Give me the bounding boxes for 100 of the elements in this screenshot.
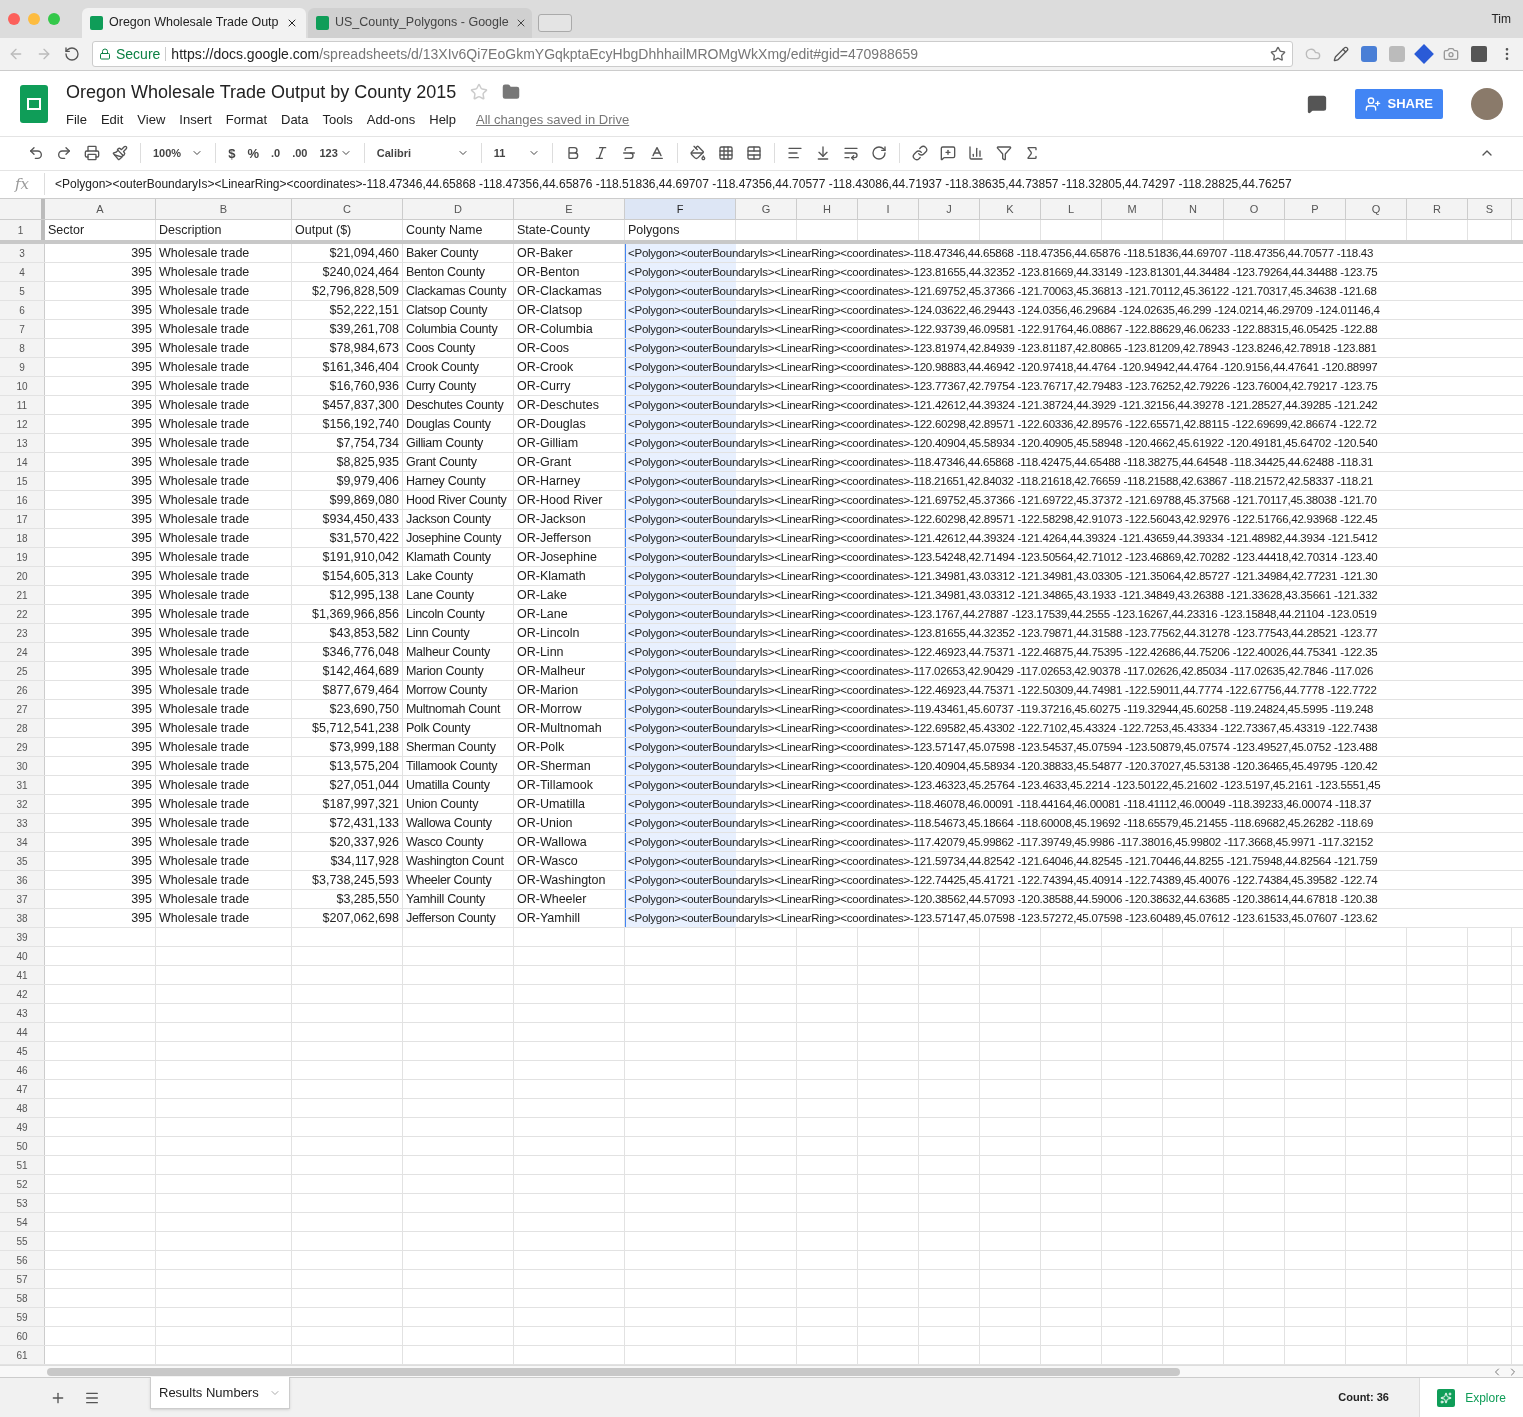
column-header[interactable]: R	[1407, 198, 1468, 220]
column-header[interactable]: B	[156, 198, 292, 220]
row-number[interactable]: 47	[0, 1080, 45, 1099]
reload-icon[interactable]	[64, 46, 80, 63]
column-header[interactable]: A	[45, 198, 156, 220]
menu-item[interactable]: View	[137, 109, 166, 129]
extension-icon[interactable]	[1361, 46, 1377, 63]
row-number[interactable]: 21	[0, 586, 45, 605]
column-header[interactable]: M	[1102, 198, 1163, 220]
number-format-dropdown[interactable]: 123	[319, 145, 352, 162]
sheets-logo-icon[interactable]	[20, 84, 48, 123]
row-number[interactable]: 38	[0, 909, 45, 928]
row-number[interactable]: 27	[0, 700, 45, 719]
row-number[interactable]: 28	[0, 719, 45, 738]
user-name[interactable]: Tim	[1491, 9, 1511, 28]
row-number[interactable]: 50	[0, 1137, 45, 1156]
row-number[interactable]: 46	[0, 1061, 45, 1080]
menu-item[interactable]: Tools	[322, 109, 353, 129]
row-number[interactable]: 5	[0, 282, 45, 301]
column-header[interactable]: Q	[1346, 198, 1407, 220]
row-number[interactable]: 8	[0, 339, 45, 358]
comment-icon[interactable]	[939, 145, 956, 162]
menu-item[interactable]: Help	[429, 109, 456, 129]
share-button[interactable]: SHARE	[1355, 88, 1443, 119]
column-header[interactable]: L	[1041, 198, 1102, 220]
row-number[interactable]: 54	[0, 1213, 45, 1232]
borders-icon[interactable]	[717, 145, 734, 162]
row-number[interactable]: 10	[0, 377, 45, 396]
row-number[interactable]: 26	[0, 681, 45, 700]
folder-icon[interactable]	[502, 83, 521, 101]
row-number[interactable]: 14	[0, 453, 45, 472]
row-number[interactable]: 33	[0, 814, 45, 833]
menu-item[interactable]: Format	[225, 109, 267, 129]
row-number[interactable]: 51	[0, 1156, 45, 1175]
menu-item[interactable]: File	[66, 109, 87, 129]
row-number[interactable]: 9	[0, 358, 45, 377]
menu-item[interactable]: Insert	[179, 109, 212, 129]
link-icon[interactable]	[911, 145, 928, 162]
row-number[interactable]: 16	[0, 491, 45, 510]
column-header[interactable]: K	[980, 198, 1041, 220]
percent-button[interactable]: %	[247, 143, 259, 164]
menu-item[interactable]: Edit	[100, 109, 124, 129]
pencil-icon[interactable]	[1333, 46, 1349, 63]
column-header[interactable]: S	[1468, 198, 1512, 220]
fill-color-icon[interactable]	[689, 145, 706, 162]
paint-format-icon[interactable]	[112, 145, 128, 162]
row-number[interactable]: 39	[0, 928, 45, 947]
text-color-icon[interactable]	[648, 145, 665, 162]
row-number[interactable]: 25	[0, 662, 45, 681]
row-number[interactable]: 37	[0, 890, 45, 909]
sheet-tab[interactable]: Results Numbers	[150, 1377, 290, 1410]
row-number[interactable]: 60	[0, 1327, 45, 1346]
row-number[interactable]: 22	[0, 605, 45, 624]
column-header[interactable]: C	[292, 198, 403, 220]
row-number[interactable]: 11	[0, 396, 45, 415]
merge-cells-icon[interactable]	[745, 145, 762, 162]
font-size-dropdown[interactable]: 11	[493, 145, 540, 162]
increase-decimal-button[interactable]: .00	[292, 145, 308, 162]
row-number[interactable]: 18	[0, 529, 45, 548]
row-number[interactable]: 35	[0, 852, 45, 871]
print-icon[interactable]	[84, 145, 100, 162]
redo-icon[interactable]	[56, 145, 72, 162]
row-number[interactable]: 24	[0, 643, 45, 662]
column-header[interactable]: D	[403, 198, 514, 220]
decrease-decimal-button[interactable]: .0	[270, 145, 281, 162]
column-header[interactable]: O	[1224, 198, 1285, 220]
filter-icon[interactable]	[995, 145, 1012, 162]
row-number[interactable]: 19	[0, 548, 45, 567]
browser-tab[interactable]: Oregon Wholesale Trade Outp	[82, 7, 306, 38]
row-number[interactable]: 55	[0, 1232, 45, 1251]
row-number[interactable]: 34	[0, 833, 45, 852]
formula-field[interactable]: <Polygon><outerBoundaryIs><LinearRing><coordinates>-118.47346,44.65868 -118.47356,44.65876 -118.51836,44.69707 -118.47356,44.70577 -118.43086,44.71937 -118.38635,44.73857 -118.32805,44.74297 -118.28825,44.76257	[45, 175, 1292, 194]
column-header[interactable]: H	[797, 198, 858, 220]
zoom-dropdown[interactable]: 100%	[153, 145, 204, 162]
document-title[interactable]: Oregon Wholesale Trade Output by County 2015	[66, 78, 457, 106]
camera-icon[interactable]	[1443, 46, 1459, 63]
column-header[interactable]: I	[858, 198, 919, 220]
row-number[interactable]: 23	[0, 624, 45, 643]
row-number[interactable]: 58	[0, 1289, 45, 1308]
row-number[interactable]: 13	[0, 434, 45, 453]
row-number[interactable]: 20	[0, 567, 45, 586]
row-number[interactable]: 1	[0, 220, 45, 241]
row-number[interactable]: 29	[0, 738, 45, 757]
row-number[interactable]: 15	[0, 472, 45, 491]
extension-icon[interactable]	[1471, 46, 1487, 63]
row-number[interactable]: 30	[0, 757, 45, 776]
row-number[interactable]: 56	[0, 1251, 45, 1270]
row-number[interactable]: 45	[0, 1042, 45, 1061]
row-number[interactable]: 17	[0, 510, 45, 529]
menu-item[interactable]: Data	[281, 109, 309, 129]
star-icon[interactable]	[470, 83, 489, 101]
row-number[interactable]: 44	[0, 1023, 45, 1042]
row-number[interactable]: 41	[0, 966, 45, 985]
font-dropdown[interactable]: Calibri	[376, 145, 469, 162]
row-number[interactable]: 61	[0, 1346, 45, 1365]
row-number[interactable]: 59	[0, 1308, 45, 1327]
row-number[interactable]: 3	[0, 244, 45, 263]
menu-item[interactable]: Add-ons	[366, 109, 416, 129]
row-number[interactable]: 6	[0, 301, 45, 320]
row-number[interactable]: 40	[0, 947, 45, 966]
